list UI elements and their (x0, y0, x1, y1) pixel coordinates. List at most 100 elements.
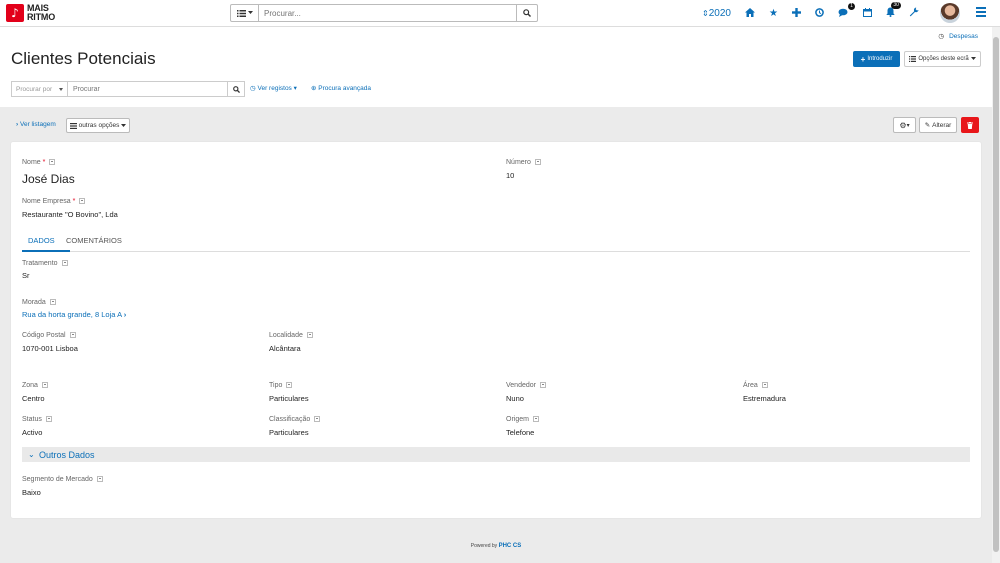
chat-icon (838, 8, 848, 17)
chevron-down-icon: ⌄ (28, 450, 35, 459)
chevron-right-icon: › (123, 310, 127, 319)
star-icon: ★ (768, 8, 778, 19)
year-selector[interactable]: ⇕2020 (702, 8, 731, 19)
expand-icon[interactable] (532, 415, 539, 422)
app-logo[interactable]: ♪ MAIS RITMO (6, 4, 55, 22)
notifications-button[interactable]: 30 (886, 2, 901, 20)
expand-icon[interactable] (761, 381, 768, 388)
top-icons: ⇕2020 ★ 1 30 (702, 0, 933, 27)
field-value-area: Estremadura (743, 394, 786, 403)
field-value-codigo-postal: 1070-001 Lisboa (22, 344, 78, 353)
add-button[interactable] (791, 7, 801, 20)
global-search (230, 4, 538, 22)
ver-listagem-link[interactable]: › Ver listagem (16, 121, 56, 128)
expand-icon[interactable] (534, 158, 541, 165)
field-label-status: Status (22, 415, 52, 423)
user-avatar[interactable] (940, 3, 960, 23)
field-value-tratamento: Sr (22, 271, 30, 280)
field-label-classificacao: Classificação (269, 415, 321, 423)
footer: Powered by PHC CS (470, 543, 522, 549)
messages-badge: 1 (848, 2, 855, 10)
field-value-classificacao: Particulares (269, 428, 309, 437)
messages-button[interactable]: 1 (838, 2, 855, 20)
trash-icon (967, 121, 973, 129)
hamburger-menu-icon[interactable] (976, 7, 986, 19)
edit-icon: ✎ (924, 121, 931, 129)
expand-icon[interactable] (69, 331, 76, 338)
favorites-button[interactable]: ★ (769, 8, 778, 19)
ver-registos-link[interactable]: ◷ Ver registos ▾ (250, 84, 297, 92)
wrench-icon (909, 7, 919, 17)
procura-avancada-link[interactable]: ⊕ Procura avançada (311, 84, 371, 92)
expand-icon[interactable] (45, 415, 52, 422)
field-value-localidade: Alcântara (269, 344, 301, 353)
expand-icon[interactable] (61, 259, 68, 266)
search-type-dropdown[interactable] (231, 5, 259, 21)
expand-icon[interactable] (49, 158, 56, 165)
field-label-codigo-postal: Código Postal (22, 331, 76, 339)
outras-opcoes-button[interactable]: outras opções (66, 118, 130, 133)
expand-icon[interactable] (49, 298, 56, 305)
records-search-input[interactable]: Procurar (68, 81, 228, 97)
settings-dropdown-button[interactable]: ⚙ ▾ (893, 117, 916, 133)
field-label-localidade: Localidade (269, 331, 313, 339)
expand-icon[interactable] (41, 381, 48, 388)
introduzir-button[interactable]: + Introduzir (853, 51, 900, 67)
clock-icon: ◷ (938, 33, 945, 40)
calendar-button[interactable] (862, 7, 872, 20)
despesas-link[interactable]: ◷ Despesas (938, 32, 978, 40)
screen-options-button[interactable]: Opções deste ecrã (904, 51, 981, 67)
tab-dados[interactable]: DADOS (28, 236, 55, 245)
list-icon (69, 122, 77, 129)
recent-button[interactable] (815, 7, 824, 20)
records-search-button[interactable] (228, 81, 245, 97)
vertical-scrollbar[interactable] (992, 27, 1000, 563)
field-label-zona: Zona (22, 381, 48, 389)
field-value-zona: Centro (22, 394, 45, 403)
field-label-origem: Origem (506, 415, 539, 423)
global-search-input[interactable] (259, 5, 516, 21)
outros-dados-section-toggle[interactable]: ⌄ Outros Dados (22, 447, 970, 462)
home-icon (744, 7, 755, 17)
field-label-segmento: Segmento de Mercado (22, 475, 103, 483)
field-label-empresa: Nome Empresa * (22, 197, 86, 205)
field-value-origem: Telefone (506, 428, 535, 437)
tools-button[interactable] (909, 7, 919, 20)
caret-down-icon: ▾ (291, 85, 297, 92)
alterar-button[interactable]: ✎ Alterar (919, 117, 957, 133)
sort-icon: ⇕ (702, 9, 709, 18)
expand-icon[interactable] (96, 475, 103, 482)
tab-comentarios[interactable]: COMENTÁRIOS (66, 236, 122, 245)
expand-icon[interactable] (306, 331, 313, 338)
scrollbar-thumb[interactable] (993, 37, 999, 552)
active-tab-indicator (22, 250, 70, 252)
record-tabs: DADOS COMENTÁRIOS (22, 232, 970, 252)
search-icon (232, 85, 240, 93)
notifications-badge: 30 (891, 2, 901, 9)
home-button[interactable] (744, 7, 755, 20)
expand-icon[interactable] (286, 381, 293, 388)
clock-icon (815, 7, 824, 17)
plus-icon (791, 7, 801, 17)
field-value-morada-link[interactable]: Rua da horta grande, 8 Loja A › (22, 310, 126, 319)
field-value-tipo: Particulares (269, 394, 309, 403)
logo-text-line2: RITMO (27, 12, 55, 22)
caret-down-icon (247, 11, 253, 14)
delete-button[interactable] (961, 117, 979, 133)
caret-down-icon (121, 123, 127, 127)
required-marker: * (42, 159, 46, 166)
section-title: Outros Dados (39, 450, 95, 460)
field-label-numero: Número (506, 158, 541, 166)
field-value-empresa: Restaurante "O Bovino", Lda (22, 210, 118, 219)
field-label-morada: Morada (22, 298, 56, 306)
search-by-dropdown[interactable]: Procurar por (11, 81, 68, 97)
field-value-vendedor: Nuno (506, 394, 524, 403)
global-search-button[interactable] (516, 5, 537, 21)
plus-icon: + (860, 54, 866, 64)
expand-icon[interactable] (314, 415, 321, 422)
field-label-area: Área (743, 381, 768, 389)
list-icon (909, 56, 917, 62)
expand-icon[interactable] (539, 381, 546, 388)
records-search: Procurar por Procurar (11, 81, 245, 97)
expand-icon[interactable] (79, 197, 86, 204)
